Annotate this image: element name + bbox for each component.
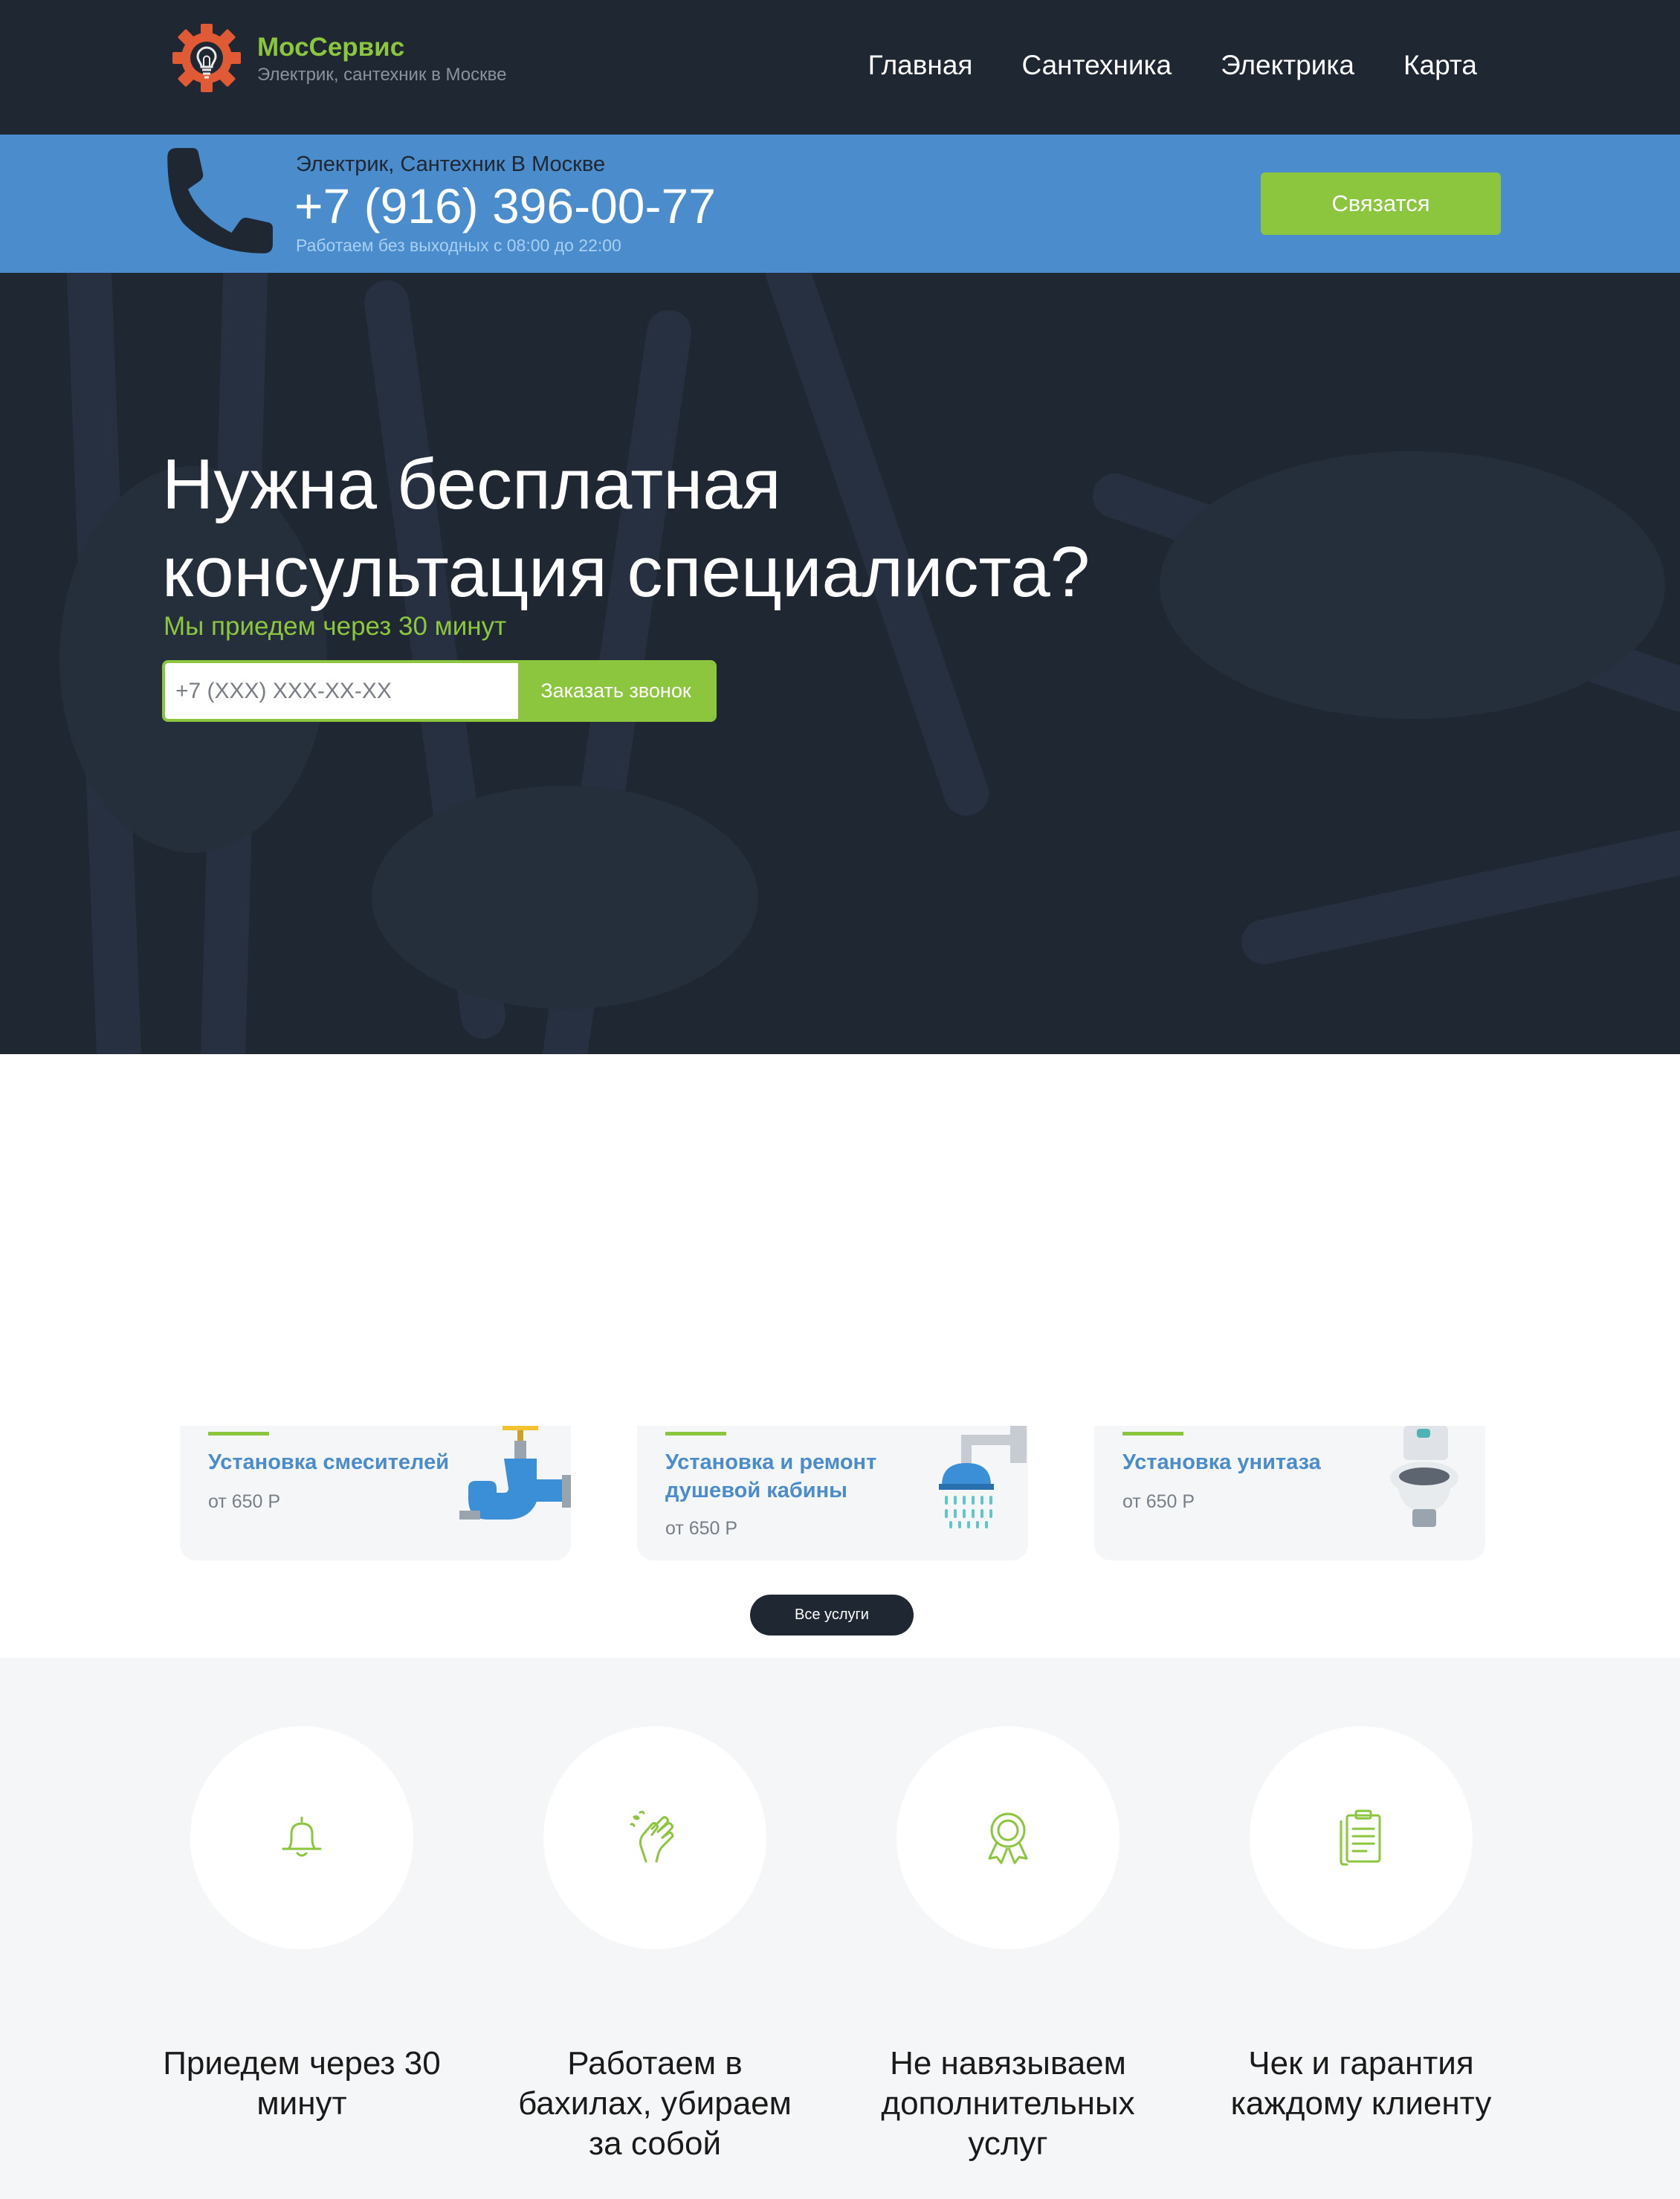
card-accent-bar: [208, 1432, 269, 1436]
phone-handset-icon: [167, 148, 273, 254]
service-title[interactable]: Установка унитаза: [1122, 1448, 1405, 1476]
brand-name[interactable]: МосСервис: [257, 31, 404, 64]
nav-item-electrical[interactable]: Электрика: [1221, 46, 1354, 85]
hero-section: Нужна бесплатная консультация специалист…: [0, 273, 1680, 1054]
service-price: от 650 Р: [665, 1518, 738, 1539]
service-price: от 650 Р: [208, 1491, 281, 1512]
order-call-button[interactable]: Заказать звонок: [518, 663, 714, 719]
benefit-circle: [896, 1726, 1120, 1949]
service-card[interactable]: Установка смесителей от 650 Р: [180, 1426, 571, 1560]
phone-input[interactable]: [165, 663, 518, 719]
benefit-text: Работаем в бахилах, убираем за собой: [518, 2045, 792, 2162]
phone-strip: Электрик, Сантехник В Москве +7 (916) 39…: [0, 135, 1680, 273]
callback-form: Заказать звонок: [162, 660, 717, 722]
nav-item-plumbing[interactable]: Сантехника: [1021, 46, 1172, 85]
hero-title-line-1: Нужна бесплатная: [162, 445, 781, 524]
all-services-button[interactable]: Все услуги: [750, 1595, 914, 1635]
contact-button[interactable]: Связатся: [1261, 172, 1501, 235]
card-accent-bar: [1122, 1432, 1183, 1436]
service-title[interactable]: Установка смесителей: [208, 1448, 491, 1476]
phone-number[interactable]: +7 (916) 396-00-77: [294, 176, 716, 236]
benefit-text: Не навязываем дополнительных услуг: [881, 2045, 1135, 2162]
site-header: МосСервис Электрик, сантехник в Москве Г…: [0, 0, 1680, 135]
main-nav: Главная Сантехника Электрика Карта: [868, 46, 1477, 85]
toilet-icon: [1390, 1426, 1458, 1527]
hero-title: Нужна бесплатная консультация специалист…: [162, 441, 1203, 616]
nav-item-home[interactable]: Главная: [868, 46, 973, 85]
nav-item-map[interactable]: Карта: [1403, 46, 1477, 85]
bell-icon: [282, 1816, 322, 1857]
benefit-text: Приедем через 30 минут: [163, 2045, 441, 2122]
brand-tagline: Электрик, сантехник в Москве: [257, 65, 507, 85]
service-card[interactable]: Установка и ремонт душевой кабины от 650…: [637, 1426, 1028, 1560]
receipt-icon: [1340, 1809, 1381, 1866]
award-icon: [988, 1812, 1028, 1864]
card-accent-bar: [665, 1432, 726, 1436]
service-card[interactable]: Установка унитаза от 650 Р: [1094, 1426, 1485, 1560]
hero-title-line-2: консультация специалиста?: [162, 532, 1091, 612]
benefit-text: Чек и гарантия каждому клиенту: [1230, 2045, 1492, 2122]
service-price: от 650 Р: [1122, 1491, 1195, 1512]
clean-hands-icon: [630, 1810, 674, 1863]
service-title[interactable]: Установка и ремонт душевой кабины: [665, 1448, 948, 1505]
working-hours: Работаем без выходных с 08:00 до 22:00: [296, 236, 621, 255]
benefit-circle: [1250, 1726, 1473, 1949]
gear-lightbulb-icon[interactable]: [169, 19, 244, 100]
hero-subtitle: Мы приедем через 30 минут: [164, 612, 507, 641]
phone-strip-label: Электрик, Сантехник В Москве: [296, 152, 606, 176]
benefits-section: Приедем через 30 минут Работаем в бахила…: [0, 1658, 1680, 2199]
benefit-circle: [190, 1726, 413, 1949]
shower-icon: [939, 1426, 1027, 1528]
benefit-circle: [543, 1726, 766, 1949]
faucet-icon: [459, 1426, 571, 1520]
